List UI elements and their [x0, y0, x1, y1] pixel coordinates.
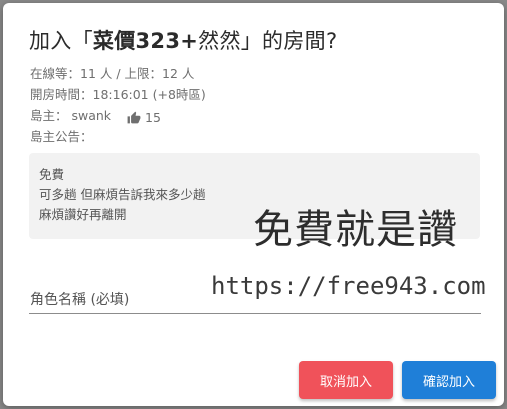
- character-name-underline: [29, 313, 481, 314]
- title-room-name: 菜價323+: [92, 29, 199, 53]
- owner-name: 島主： swank: [30, 108, 112, 123]
- online-count: 在線等：11 人 / 上限：12 人: [30, 66, 195, 81]
- like-group[interactable]: 15: [127, 110, 161, 126]
- watermark-slogan: 免費就是讚: [253, 207, 458, 253]
- announcement-line-3: 麻煩讚好再離開: [39, 207, 127, 222]
- announcement-label: 島主公告：: [30, 129, 93, 144]
- join-room-dialog: 加入「菜價323+然然」的房間? 在線等：11 人 / 上限：12 人 開房時間…: [3, 3, 504, 406]
- confirm-join-button[interactable]: 確認加入: [402, 361, 496, 399]
- thumbs-up-icon: [127, 111, 141, 124]
- cancel-join-button[interactable]: 取消加入: [299, 361, 393, 399]
- announcement-line-2: 可多趟 但麻煩告訴我來多少趟: [39, 187, 206, 202]
- open-time: 開房時間：18:16:01 (+8時區): [30, 87, 206, 102]
- watermark-url: https://free943.com: [211, 272, 486, 300]
- title-suffix: 」的房間?: [240, 29, 338, 53]
- announcement-line-1: 免費: [39, 167, 65, 182]
- character-name-field[interactable]: 角色名稱 (必填): [30, 289, 129, 309]
- owner-row: 島主： swank 15: [30, 108, 161, 126]
- dialog-title: 加入「菜價323+然然」的房間?: [29, 25, 337, 55]
- title-prefix: 加入「: [29, 29, 93, 53]
- title-room-name-suffix: 然然: [198, 29, 241, 53]
- like-count: 15: [145, 110, 161, 125]
